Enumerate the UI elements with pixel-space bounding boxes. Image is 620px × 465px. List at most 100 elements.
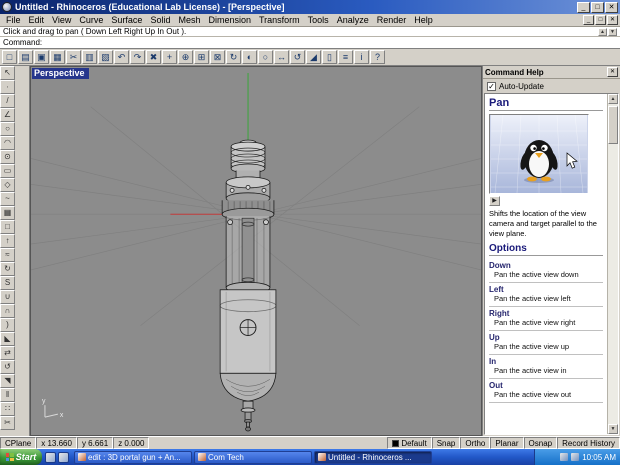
boolean-union-icon[interactable]: ∪ (0, 290, 15, 304)
child-restore-button[interactable]: □ (595, 15, 606, 25)
menu-item[interactable]: Analyze (333, 15, 373, 25)
help-option-link[interactable]: Out (489, 381, 603, 390)
tray-icon[interactable] (571, 453, 580, 461)
viewport-canvas[interactable]: x y (31, 67, 481, 435)
zoom-extents-icon[interactable]: ⊠ (210, 50, 225, 64)
boolean-difference-icon[interactable]: ∩ (0, 304, 15, 318)
layers-icon[interactable]: ≡ (338, 50, 353, 64)
polyline-icon[interactable]: ∠ (0, 108, 15, 122)
help-option-link[interactable]: Left (489, 285, 603, 294)
chamfer-icon[interactable]: ◣ (0, 332, 15, 346)
command-input[interactable] (42, 37, 617, 48)
array-icon[interactable]: ∷ (0, 402, 15, 416)
menu-item[interactable]: Transform (255, 15, 304, 25)
rotate-object-icon[interactable]: ↺ (290, 50, 305, 64)
quick-launch-icon[interactable] (45, 451, 56, 463)
menu-item[interactable]: Mesh (174, 15, 204, 25)
status-toggle[interactable]: Osnap (523, 437, 558, 449)
menu-item[interactable]: Solid (146, 15, 174, 25)
scroll-up-icon[interactable]: ▲ (608, 94, 618, 104)
new-file-icon[interactable]: □ (2, 50, 17, 64)
move-object-icon[interactable]: ⇄ (0, 346, 15, 360)
rectangle-icon[interactable]: ▭ (0, 164, 15, 178)
plane-icon[interactable]: □ (0, 220, 15, 234)
open-file-icon[interactable]: ▤ (18, 50, 33, 64)
tray-icon[interactable] (560, 453, 569, 461)
zoom-window-icon[interactable]: ⊞ (194, 50, 209, 64)
status-layer-pane[interactable]: Default (387, 437, 432, 449)
help-option-link[interactable]: Down (489, 261, 603, 270)
arc-icon[interactable]: ◠ (0, 136, 15, 150)
taskbar-task[interactable]: edit : 3D portal gun + An... (74, 450, 192, 464)
menu-item[interactable]: Render (373, 15, 411, 25)
delete-icon[interactable]: ✖ (146, 50, 161, 64)
move-icon[interactable]: ↔ (274, 50, 289, 64)
redo-icon[interactable]: ↷ (130, 50, 145, 64)
rotate-icon[interactable]: ↺ (0, 360, 15, 374)
pan-view-icon[interactable]: + (162, 50, 177, 64)
minimize-button[interactable]: _ (577, 1, 590, 13)
line-icon[interactable]: / (0, 94, 15, 108)
history-scroll-down-button[interactable]: ▼ (608, 27, 617, 36)
viewport-title[interactable]: Perspective (32, 68, 89, 79)
child-minimize-button[interactable]: _ (583, 15, 594, 25)
extrude-icon[interactable]: ↑ (0, 234, 15, 248)
taskbar-task[interactable]: Com Tech (194, 450, 312, 464)
status-toggle[interactable]: Snap (431, 437, 461, 449)
save-icon[interactable]: ▣ (34, 50, 49, 64)
circle-icon[interactable]: ○ (0, 122, 15, 136)
menu-item[interactable]: Surface (107, 15, 146, 25)
wireframe-view-icon[interactable]: ○ (258, 50, 273, 64)
copy-icon[interactable]: ▥ (82, 50, 97, 64)
surface-icon[interactable]: ▦ (0, 206, 15, 220)
perspective-viewport[interactable]: Perspective x y (30, 66, 482, 436)
scroll-down-icon[interactable]: ▼ (608, 424, 618, 434)
zoom-dynamic-icon[interactable]: ⊕ (178, 50, 193, 64)
mirror-icon[interactable]: ▯ (322, 50, 337, 64)
help-scrollbar[interactable]: ▲ ▼ (607, 94, 618, 434)
quick-launch-icon[interactable] (58, 451, 69, 463)
scrollbar-track[interactable] (608, 104, 618, 424)
scale-icon[interactable]: ◥ (0, 374, 15, 388)
rotate-view-icon[interactable]: ↻ (226, 50, 241, 64)
properties-icon[interactable]: i (354, 50, 369, 64)
auto-update-checkbox[interactable]: ✓ (487, 81, 496, 91)
polygon-icon[interactable]: ◇ (0, 178, 15, 192)
play-icon[interactable]: ▶ (489, 195, 500, 206)
point-icon[interactable]: ∙ (0, 80, 15, 94)
menu-item[interactable]: Help (410, 15, 437, 25)
taskbar-task[interactable]: Untitled - Rhinoceros ... (314, 450, 432, 464)
undo-icon[interactable]: ↶ (114, 50, 129, 64)
history-scroll-up-button[interactable]: ▲ (598, 27, 607, 36)
menu-item[interactable]: Curve (75, 15, 107, 25)
sweep-icon[interactable]: S (0, 276, 15, 290)
scrollbar-thumb[interactable] (608, 106, 618, 144)
paste-icon[interactable]: ▧ (98, 50, 113, 64)
menu-item[interactable]: View (48, 15, 75, 25)
revolve-icon[interactable]: ↻ (0, 262, 15, 276)
menu-item[interactable]: Edit (25, 15, 49, 25)
child-close-button[interactable]: ✕ (607, 15, 618, 25)
fillet-icon[interactable]: ) (0, 318, 15, 332)
ellipse-icon[interactable]: ⊙ (0, 150, 15, 164)
status-toggle[interactable]: Ortho (460, 437, 491, 449)
menu-item[interactable]: File (2, 15, 25, 25)
maximize-button[interactable]: □ (591, 1, 604, 13)
menu-item[interactable]: Dimension (204, 15, 255, 25)
print-icon[interactable]: ▦ (50, 50, 65, 64)
menu-item[interactable]: Tools (304, 15, 333, 25)
help-option-link[interactable]: Right (489, 309, 603, 318)
status-toggle[interactable]: Planar (490, 437, 524, 449)
loft-icon[interactable]: ≈ (0, 248, 15, 262)
trim-icon[interactable]: ✂ (0, 416, 15, 430)
model-portal-gun-cylinder[interactable] (219, 139, 277, 432)
help-option-link[interactable]: In (489, 357, 603, 366)
freeform-curve-icon[interactable]: ~ (0, 192, 15, 206)
scale-object-icon[interactable]: ◢ (306, 50, 321, 64)
shade-view-icon[interactable]: ◐ (242, 50, 257, 64)
mirror-object-icon[interactable]: ‖ (0, 388, 15, 402)
help-close-icon[interactable]: ✕ (607, 67, 618, 77)
status-toggle[interactable]: Record History (557, 437, 620, 449)
cut-icon[interactable]: ✂ (66, 50, 81, 64)
select-pointer-icon[interactable]: ↖ (0, 66, 15, 80)
